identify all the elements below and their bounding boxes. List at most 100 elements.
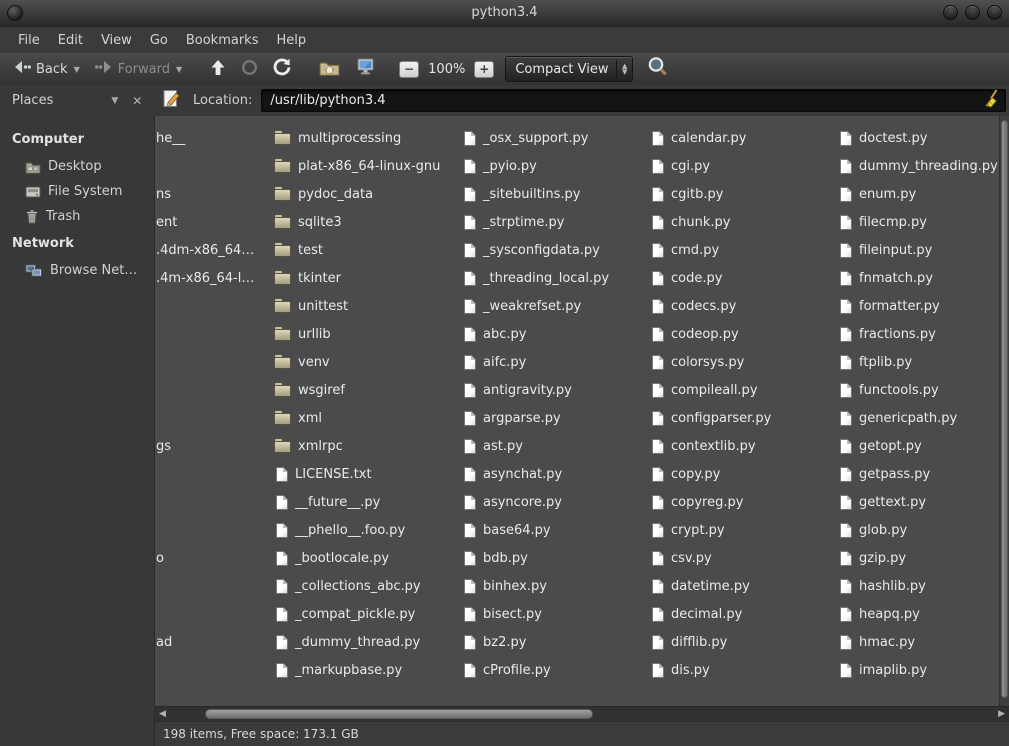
file-item[interactable]: abc.py <box>461 320 649 348</box>
folder-item[interactable]: urllib <box>273 320 461 348</box>
vertical-scrollbar[interactable] <box>999 116 1009 706</box>
zoom-in-button[interactable]: + <box>474 61 494 78</box>
file-item[interactable]: bz2.py <box>461 628 649 656</box>
scroll-left-icon[interactable]: ◀ <box>159 709 166 719</box>
file-item[interactable]: getpass.py <box>837 460 999 488</box>
file-item[interactable]: copy.py <box>649 460 837 488</box>
file-item[interactable]: configparser.py <box>649 404 837 432</box>
folder-item[interactable]: xml <box>273 404 461 432</box>
file-item[interactable]: cgi.py <box>649 152 837 180</box>
file-item[interactable]: compileall.py <box>649 376 837 404</box>
file-item-clipped[interactable]: ad <box>155 628 172 656</box>
folder-item[interactable]: tkinter <box>273 264 461 292</box>
search-button[interactable] <box>646 56 670 82</box>
file-item[interactable]: decimal.py <box>649 600 837 628</box>
folder-item[interactable]: test <box>273 236 461 264</box>
file-item-clipped[interactable]: ns <box>155 180 171 208</box>
file-item[interactable]: ast.py <box>461 432 649 460</box>
desktop-button[interactable] <box>350 55 381 83</box>
file-item-clipped[interactable]: o <box>155 544 164 572</box>
file-item[interactable]: _osx_support.py <box>461 124 649 152</box>
folder-item[interactable]: sqlite3 <box>273 208 461 236</box>
home-button[interactable] <box>314 56 345 83</box>
sidebar-item-browse-net[interactable]: Browse Net… <box>0 258 154 283</box>
file-item[interactable]: contextlib.py <box>649 432 837 460</box>
refresh-button[interactable] <box>268 55 296 83</box>
file-item[interactable]: _dummy_thread.py <box>273 628 461 656</box>
sidebar-item-trash[interactable]: Trash <box>0 204 154 229</box>
file-item[interactable]: _sysconfigdata.py <box>461 236 649 264</box>
file-item[interactable]: _strptime.py <box>461 208 649 236</box>
file-item[interactable]: asyncore.py <box>461 488 649 516</box>
clear-broom-icon[interactable] <box>984 89 999 112</box>
file-item[interactable]: enum.py <box>837 180 999 208</box>
file-item[interactable]: asynchat.py <box>461 460 649 488</box>
scroll-right-icon[interactable]: ▶ <box>998 709 1005 719</box>
file-item[interactable]: _markupbase.py <box>273 656 461 684</box>
file-item[interactable]: gzip.py <box>837 544 999 572</box>
file-item[interactable]: __phello__.foo.py <box>273 516 461 544</box>
horizontal-scrollbar-thumb[interactable] <box>205 709 593 719</box>
back-dropdown-icon[interactable]: ▼ <box>74 65 80 74</box>
file-item[interactable]: binhex.py <box>461 572 649 600</box>
file-item[interactable]: argparse.py <box>461 404 649 432</box>
menu-go[interactable]: Go <box>141 29 177 52</box>
sidebar-item-desktop[interactable]: Desktop <box>0 154 154 179</box>
file-item[interactable]: _compat_pickle.py <box>273 600 461 628</box>
file-item[interactable]: codecs.py <box>649 292 837 320</box>
file-item[interactable]: copyreg.py <box>649 488 837 516</box>
file-item[interactable]: _sitebuiltins.py <box>461 180 649 208</box>
file-item[interactable]: glob.py <box>837 516 999 544</box>
maximize-button[interactable] <box>965 5 980 20</box>
file-item[interactable]: cProfile.py <box>461 656 649 684</box>
folder-item[interactable]: wsgiref <box>273 376 461 404</box>
file-item[interactable]: antigravity.py <box>461 376 649 404</box>
file-item-clipped[interactable]: he__ <box>155 124 185 152</box>
file-item[interactable]: __future__.py <box>273 488 461 516</box>
file-item[interactable]: heapq.py <box>837 600 999 628</box>
folder-item[interactable]: venv <box>273 348 461 376</box>
file-item[interactable]: chunk.py <box>649 208 837 236</box>
file-item[interactable]: datetime.py <box>649 572 837 600</box>
spinner-arrows-icon[interactable]: ▲▼ <box>616 60 627 78</box>
file-item[interactable]: ftplib.py <box>837 348 999 376</box>
stop-button[interactable] <box>236 56 263 83</box>
menu-edit[interactable]: Edit <box>49 29 92 52</box>
file-item[interactable]: bisect.py <box>461 600 649 628</box>
back-button[interactable]: Back ▼ <box>8 57 85 81</box>
view-mode-dropdown[interactable]: Compact View ▲▼ <box>505 56 633 82</box>
file-item[interactable]: filecmp.py <box>837 208 999 236</box>
file-item[interactable]: dummy_threading.py <box>837 152 999 180</box>
sidebar-item-file-system[interactable]: File System <box>0 179 154 204</box>
file-item[interactable]: genericpath.py <box>837 404 999 432</box>
horizontal-scrollbar[interactable]: ◀ ▶ <box>155 706 1009 721</box>
edit-location-button[interactable] <box>163 89 180 112</box>
file-item[interactable]: formatter.py <box>837 292 999 320</box>
file-item[interactable]: aifc.py <box>461 348 649 376</box>
file-item[interactable]: _pyio.py <box>461 152 649 180</box>
file-item[interactable]: colorsys.py <box>649 348 837 376</box>
file-item[interactable]: _weakrefset.py <box>461 292 649 320</box>
menu-file[interactable]: File <box>9 29 49 52</box>
file-item[interactable]: getopt.py <box>837 432 999 460</box>
file-item[interactable]: _collections_abc.py <box>273 572 461 600</box>
file-item[interactable]: doctest.py <box>837 124 999 152</box>
menu-view[interactable]: View <box>92 29 141 52</box>
file-item[interactable]: calendar.py <box>649 124 837 152</box>
file-item[interactable]: cgitb.py <box>649 180 837 208</box>
file-item[interactable]: base64.py <box>461 516 649 544</box>
file-item[interactable]: gettext.py <box>837 488 999 516</box>
menu-help[interactable]: Help <box>267 29 315 52</box>
file-item[interactable]: dis.py <box>649 656 837 684</box>
vertical-scrollbar-thumb[interactable] <box>1001 120 1008 698</box>
minimize-button[interactable] <box>943 5 958 20</box>
close-button[interactable] <box>987 5 1002 20</box>
folder-item[interactable]: unittest <box>273 292 461 320</box>
file-item[interactable]: csv.py <box>649 544 837 572</box>
file-item-clipped[interactable]: ent <box>155 208 177 236</box>
forward-button[interactable]: Forward ▼ <box>90 57 187 81</box>
places-label[interactable]: Places <box>12 93 53 108</box>
file-item-clipped[interactable]: .4m-x86_64-l… <box>155 264 254 292</box>
file-item[interactable]: functools.py <box>837 376 999 404</box>
file-item[interactable]: imaplib.py <box>837 656 999 684</box>
